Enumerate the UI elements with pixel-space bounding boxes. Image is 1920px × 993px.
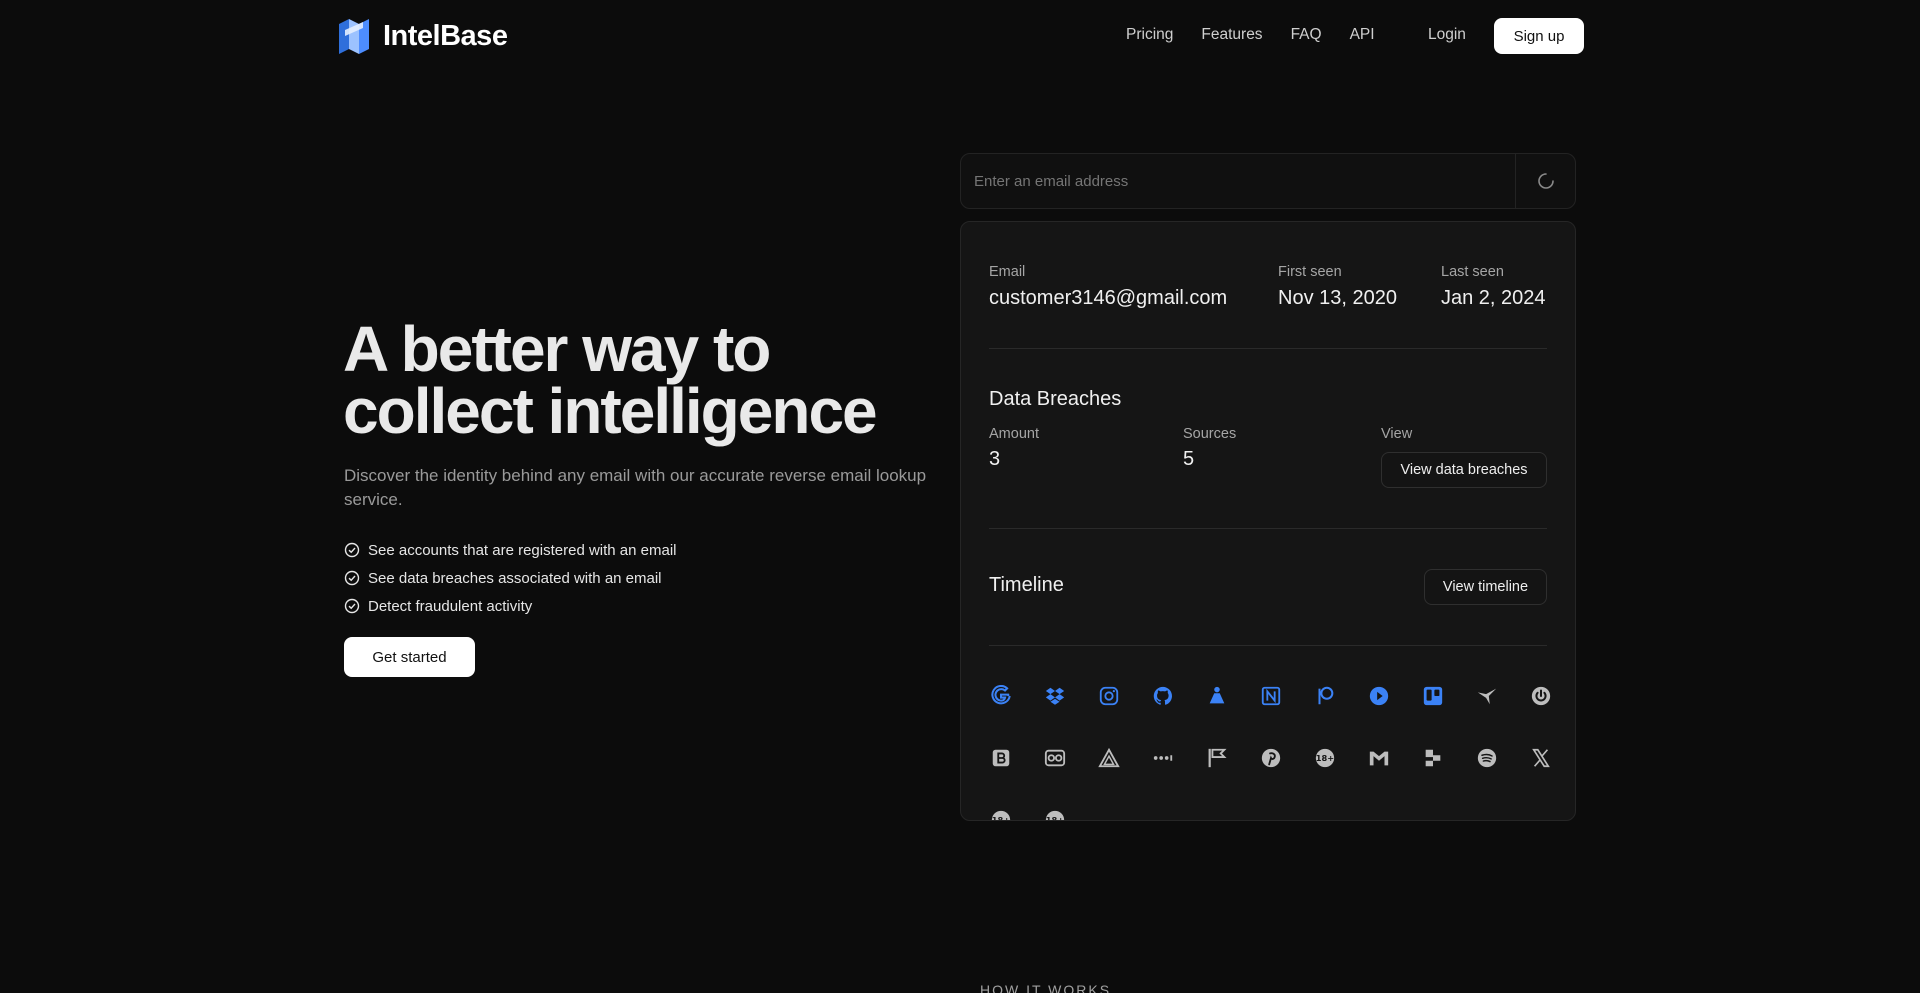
check-circle-icon <box>344 598 360 614</box>
feature-item: See accounts that are registered with an… <box>344 536 677 564</box>
feature-item: Detect fraudulent activity <box>344 592 677 620</box>
breach-sources-value: 5 <box>1183 448 1195 470</box>
how-it-works-label: HOW IT WORKS <box>980 982 1112 993</box>
b-square-icon[interactable] <box>989 746 1013 770</box>
notion-icon[interactable] <box>1259 684 1283 708</box>
feature-text: Detect fraudulent activity <box>368 597 533 615</box>
instagram-icon[interactable] <box>1097 684 1121 708</box>
svg-text:18+: 18+ <box>992 815 1010 821</box>
last-seen-value: Jan 2, 2024 <box>1441 287 1546 309</box>
patreon-icon[interactable] <box>1313 684 1337 708</box>
signup-button[interactable]: Sign up <box>1494 18 1584 54</box>
nav-pricing[interactable]: Pricing <box>1126 26 1173 44</box>
feature-item: See data breaches associated with an ema… <box>344 564 677 592</box>
first-seen-label: First seen <box>1278 264 1342 280</box>
last-seen-label: Last seen <box>1441 264 1504 280</box>
feature-text: See accounts that are registered with an… <box>368 541 677 559</box>
feature-list: See accounts that are registered with an… <box>344 536 677 620</box>
view-data-breaches-button[interactable]: View data breaches <box>1381 452 1547 488</box>
check-circle-icon <box>344 542 360 558</box>
search-button[interactable] <box>1515 154 1575 208</box>
breach-sources-label: Sources <box>1183 426 1237 442</box>
google-icon[interactable] <box>989 684 1013 708</box>
play-icon[interactable] <box>1367 684 1391 708</box>
flag-icon[interactable] <box>1205 746 1229 770</box>
dots-icon[interactable] <box>1151 746 1175 770</box>
brand-name: IntelBase <box>383 19 508 52</box>
feature-text: See data breaches associated with an ema… <box>368 569 662 587</box>
svg-text:18+: 18+ <box>1316 753 1334 763</box>
github-icon[interactable] <box>1151 684 1175 708</box>
breach-amount-value: 3 <box>989 448 1001 470</box>
nav-api[interactable]: API <box>1350 26 1375 44</box>
main-nav: Pricing Features FAQ API <box>1126 26 1375 44</box>
power-icon[interactable] <box>1529 684 1553 708</box>
loading-spinner-icon <box>1537 173 1554 189</box>
hero-title: A better way to collect intelligence <box>343 313 878 447</box>
dropbox-icon[interactable] <box>1043 684 1067 708</box>
divider <box>989 528 1547 529</box>
email-label: Email <box>989 264 1026 280</box>
eighteen-plus-icon[interactable]: 18+ <box>989 808 1013 821</box>
breach-amount-label: Amount <box>989 426 1039 442</box>
eighteen-plus-icon[interactable]: 18+ <box>1043 808 1067 821</box>
hero-subtitle: Discover the identity behind any email w… <box>344 466 927 509</box>
nav-features[interactable]: Features <box>1201 26 1262 44</box>
data-breaches-title: Data Breaches <box>989 388 1122 410</box>
get-started-button[interactable]: Get started <box>344 637 475 677</box>
email-value: customer3146@gmail.com <box>989 287 1228 309</box>
x-icon[interactable] <box>1529 746 1553 770</box>
gmail-icon[interactable] <box>1367 746 1391 770</box>
owl-icon[interactable] <box>1043 746 1067 770</box>
trello-icon[interactable] <box>1421 684 1445 708</box>
login-link[interactable]: Login <box>1428 26 1466 44</box>
timeline-title: Timeline <box>989 574 1064 596</box>
breach-view-label: View <box>1381 426 1413 442</box>
check-circle-icon <box>344 570 360 586</box>
flask-icon[interactable] <box>1205 684 1229 708</box>
divider <box>989 645 1547 646</box>
nav-faq[interactable]: FAQ <box>1291 26 1322 44</box>
spotify-icon[interactable] <box>1475 746 1499 770</box>
header: IntelBase Pricing Features FAQ API Login… <box>0 0 1920 72</box>
bird-icon[interactable] <box>1475 684 1499 708</box>
blocks-icon[interactable] <box>1421 746 1445 770</box>
pinterest-icon[interactable] <box>1259 746 1283 770</box>
svg-text:18+: 18+ <box>1046 815 1064 821</box>
triangle-icon[interactable] <box>1097 746 1121 770</box>
first-seen-value: Nov 13, 2020 <box>1278 287 1397 309</box>
result-card: Email customer3146@gmail.com First seen … <box>960 221 1576 821</box>
email-search-input[interactable] <box>961 154 1515 208</box>
divider <box>989 348 1547 349</box>
eighteen-plus-icon[interactable]: 18+ <box>1313 746 1337 770</box>
email-search <box>960 153 1576 209</box>
view-timeline-button[interactable]: View timeline <box>1424 569 1547 605</box>
page: IntelBase Pricing Features FAQ API Login… <box>0 0 1920 993</box>
logo[interactable]: IntelBase <box>335 16 508 56</box>
intelbase-logo-icon <box>339 19 369 54</box>
